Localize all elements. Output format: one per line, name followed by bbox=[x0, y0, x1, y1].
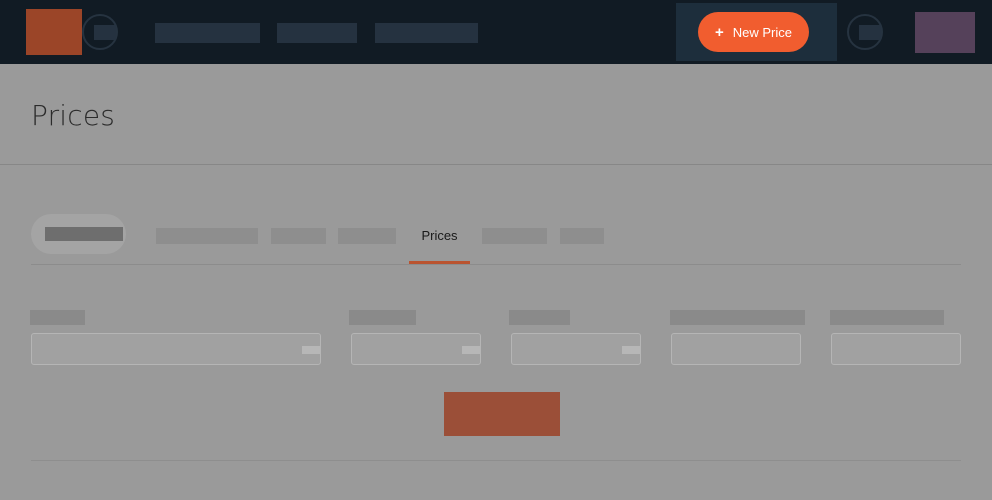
new-price-button[interactable]: + New Price bbox=[698, 12, 809, 52]
filter-input-4[interactable] bbox=[671, 333, 801, 365]
nav-link-3[interactable] bbox=[375, 23, 478, 43]
filter-select-3[interactable] bbox=[511, 333, 641, 365]
filter-label-5 bbox=[830, 310, 944, 325]
menu-toggle-icon[interactable] bbox=[82, 14, 118, 50]
filter-label-3 bbox=[509, 310, 570, 325]
filter-select-2[interactable] bbox=[351, 333, 481, 365]
top-navigation-bar: + New Price bbox=[0, 0, 992, 64]
nav-link-1[interactable] bbox=[155, 23, 260, 43]
filter-label-1 bbox=[30, 310, 85, 325]
user-avatar[interactable] bbox=[915, 12, 975, 53]
tab-1[interactable] bbox=[31, 214, 126, 254]
notifications-icon[interactable] bbox=[847, 14, 883, 50]
tab-7[interactable] bbox=[560, 228, 604, 244]
tabs-divider bbox=[31, 264, 961, 265]
filter-label-4 bbox=[670, 310, 805, 325]
plus-icon: + bbox=[714, 23, 724, 41]
filters-divider bbox=[31, 460, 961, 461]
tab-4[interactable] bbox=[338, 228, 396, 244]
nav-link-2[interactable] bbox=[277, 23, 357, 43]
chevron-down-icon bbox=[622, 346, 640, 354]
filter-input-5[interactable] bbox=[831, 333, 961, 365]
tab-prices[interactable]: Prices bbox=[409, 226, 470, 264]
filter-label-2 bbox=[349, 310, 416, 325]
tab-3[interactable] bbox=[271, 228, 326, 244]
tab-6[interactable] bbox=[482, 228, 547, 244]
app-logo[interactable] bbox=[26, 9, 82, 55]
tab-2[interactable] bbox=[156, 228, 258, 244]
page-title: Prices bbox=[31, 99, 116, 132]
header-divider bbox=[0, 164, 992, 165]
chevron-down-icon bbox=[302, 346, 320, 354]
chevron-down-icon bbox=[462, 346, 480, 354]
filter-select-1[interactable] bbox=[31, 333, 321, 365]
new-price-label: New Price bbox=[732, 24, 792, 40]
search-button[interactable] bbox=[444, 392, 560, 436]
